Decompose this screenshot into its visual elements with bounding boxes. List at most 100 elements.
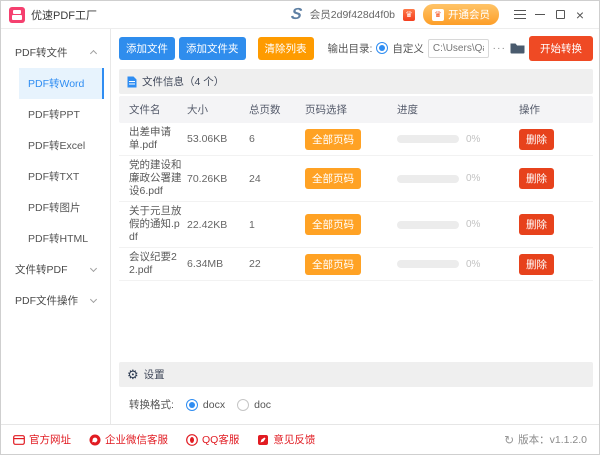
item-label: PDF转图片 — [28, 202, 81, 214]
chevron-up-icon — [90, 50, 97, 57]
feedback-link[interactable]: 意见反馈 — [257, 432, 315, 447]
output-dir-label: 输出目录: — [328, 41, 373, 56]
progress-bar — [397, 260, 459, 268]
add-folder-button[interactable]: 添加文件夹 — [179, 37, 246, 60]
sidebar-item-pdf-to-image[interactable]: PDF转图片 — [1, 192, 110, 223]
delete-button[interactable]: 删除 — [519, 214, 554, 235]
chevron-down-icon — [90, 296, 97, 303]
docx-radio — [186, 399, 198, 411]
version-label: 版本：v1.1.2.0 — [518, 432, 587, 447]
file-pages: 22 — [249, 258, 305, 270]
maximize-button[interactable] — [551, 6, 569, 24]
file-pages: 6 — [249, 133, 305, 145]
refresh-icon: ↻ — [504, 433, 514, 447]
chevron-down-icon — [90, 265, 97, 272]
file-name: 关于元旦放假的通知.pdf — [129, 205, 187, 244]
doc-label: doc — [254, 399, 271, 411]
custom-output-radio[interactable] — [376, 42, 388, 54]
toolbar: 添加文件 添加文件夹 清除列表 输出目录: 自定义 ··· 开始转换 — [119, 33, 593, 63]
main-panel: 添加文件 添加文件夹 清除列表 输出目录: 自定义 ··· 开始转换 文件信息（… — [111, 29, 599, 424]
progress-bar — [397, 221, 459, 229]
sidebar-group-file-to-pdf[interactable]: 文件转PDF — [1, 254, 110, 285]
version-info: ↻ 版本：v1.1.2.0 — [504, 432, 587, 447]
empty-list-area — [119, 281, 593, 362]
upgrade-membership-button[interactable]: ♛ 开通会员 — [423, 4, 499, 25]
col-progress: 进度 — [397, 96, 519, 123]
progress-bar — [397, 175, 459, 183]
page-select-button[interactable]: 全部页码 — [305, 168, 361, 189]
close-button[interactable]: × — [571, 6, 589, 24]
file-name: 党的建设和廉政公署建设6.pdf — [129, 159, 187, 198]
doc-radio — [237, 399, 249, 411]
group-label: PDF文件操作 — [15, 293, 78, 308]
group-label: 文件转PDF — [15, 262, 68, 277]
page-select-button[interactable]: 全部页码 — [305, 214, 361, 235]
official-website-link[interactable]: 官方网址 — [13, 432, 71, 447]
link-label: 企业微信客服 — [105, 432, 168, 447]
docx-label: docx — [203, 399, 225, 411]
item-label: PDF转Excel — [28, 140, 85, 152]
app-logo-icon — [9, 7, 25, 23]
delete-button[interactable]: 删除 — [519, 168, 554, 189]
col-filename: 文件名 — [129, 96, 187, 123]
delete-button[interactable]: 删除 — [519, 129, 554, 150]
footer: 官方网址 企业微信客服 QQ客服 意见反馈 ↻ 版本：v1.1.2.0 — [1, 424, 599, 454]
link-label: 意见反馈 — [273, 432, 315, 447]
format-option-doc[interactable]: doc — [237, 399, 271, 411]
format-row: 转换格式: docx doc — [119, 387, 593, 420]
item-label: PDF转PPT — [28, 109, 80, 121]
output-path-input[interactable] — [428, 39, 489, 58]
link-label: QQ客服 — [202, 432, 239, 447]
page-select-button[interactable]: 全部页码 — [305, 254, 361, 275]
feedback-icon — [257, 434, 269, 446]
qq-service-link[interactable]: QQ客服 — [186, 432, 239, 447]
start-convert-button[interactable]: 开始转换 — [529, 36, 593, 61]
file-pages: 24 — [249, 173, 305, 185]
progress-label: 0% — [466, 134, 480, 145]
delete-button[interactable]: 删除 — [519, 254, 554, 275]
sidebar-item-pdf-to-ppt[interactable]: PDF转PPT — [1, 99, 110, 130]
progress-bar — [397, 135, 459, 143]
link-label: 官方网址 — [29, 432, 71, 447]
sidebar-group-pdf-operations[interactable]: PDF文件操作 — [1, 285, 110, 316]
item-label: PDF转HTML — [28, 233, 88, 245]
progress-label: 0% — [466, 173, 480, 184]
file-name: 会议纪要22.pdf — [129, 251, 187, 277]
page-select-button[interactable]: 全部页码 — [305, 129, 361, 150]
table-row: 会议纪要22.pdf 6.34MB 22 全部页码 0% 删除 — [119, 248, 593, 281]
vip-crown-icon: ♛ — [403, 9, 415, 21]
table-row: 党的建设和廉政公署建设6.pdf 70.26KB 24 全部页码 0% 删除 — [119, 156, 593, 202]
brand-logo-icon: S — [290, 7, 303, 23]
menu-icon[interactable] — [511, 6, 529, 24]
col-page-select: 页码选择 — [305, 96, 397, 123]
settings-title: 设置 — [144, 367, 165, 382]
progress-label: 0% — [466, 259, 480, 270]
wechat-service-link[interactable]: 企业微信客服 — [89, 432, 168, 447]
format-option-docx[interactable]: docx — [186, 399, 225, 411]
sidebar-item-pdf-to-html[interactable]: PDF转HTML — [1, 223, 110, 254]
col-action: 操作 — [519, 96, 587, 123]
title-bar: 优速PDF工厂 S 会员2d9f428d4f0b ♛ ♛ 开通会员 × — [1, 1, 599, 29]
document-icon — [127, 76, 137, 88]
upgrade-label: 开通会员 — [448, 7, 490, 22]
sidebar-item-pdf-to-excel[interactable]: PDF转Excel — [1, 130, 110, 161]
table-row: 出差申请单.pdf 53.06KB 6 全部页码 0% 删除 — [119, 123, 593, 156]
file-name: 出差申请单.pdf — [129, 126, 187, 152]
browse-more-button[interactable]: ··· — [493, 42, 507, 54]
file-size: 70.26KB — [187, 173, 249, 185]
format-label: 转换格式: — [129, 397, 174, 412]
item-label: PDF转Word — [28, 78, 84, 90]
sidebar-group-pdf-to-file[interactable]: PDF转文件 — [1, 37, 110, 68]
gear-icon: ⚙ — [127, 368, 139, 381]
open-folder-icon[interactable] — [510, 42, 525, 54]
sidebar-item-pdf-to-txt[interactable]: PDF转TXT — [1, 161, 110, 192]
clear-list-button[interactable]: 清除列表 — [258, 37, 314, 60]
file-size: 6.34MB — [187, 258, 249, 270]
table-row: 关于元旦放假的通知.pdf 22.42KB 1 全部页码 0% 删除 — [119, 202, 593, 248]
sidebar-item-pdf-to-word[interactable]: PDF转Word — [19, 68, 104, 99]
minimize-button[interactable] — [531, 6, 549, 24]
add-file-button[interactable]: 添加文件 — [119, 37, 175, 60]
website-icon — [13, 434, 25, 446]
col-size: 大小 — [187, 96, 249, 123]
col-pages: 总页数 — [249, 96, 305, 123]
